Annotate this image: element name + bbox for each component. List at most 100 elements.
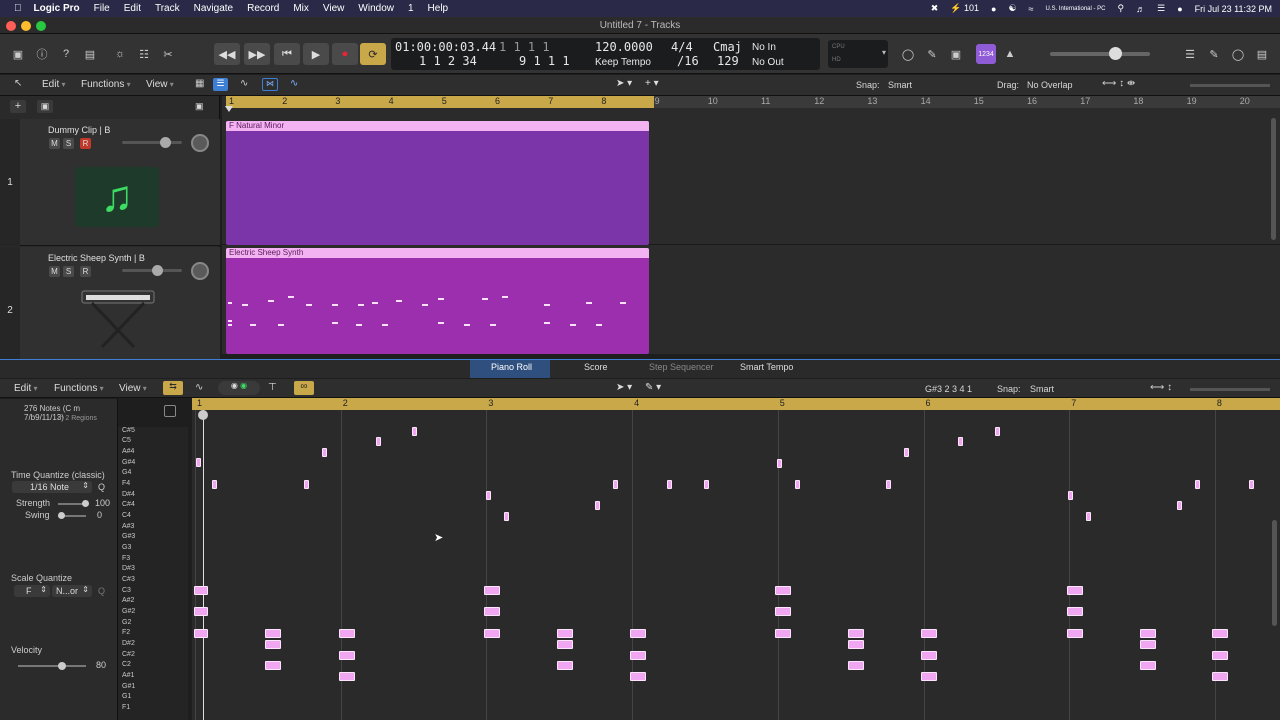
midi-note[interactable] (775, 586, 791, 595)
midi-note[interactable] (376, 437, 381, 446)
rewind-button[interactable]: ◀◀ (214, 43, 240, 65)
midi-note[interactable] (484, 607, 500, 616)
playhead-marker[interactable] (225, 106, 233, 112)
menu-app[interactable]: Logic Pro (34, 3, 80, 14)
midi-note[interactable] (412, 427, 417, 436)
inspector-icon[interactable]: ⓘ (32, 44, 52, 64)
solo-button[interactable]: S (63, 266, 74, 277)
list-view-icon[interactable]: ☰ (213, 78, 228, 91)
midi-note[interactable] (1140, 629, 1156, 638)
record-enable-button[interactable]: R (80, 138, 91, 149)
midi-note[interactable] (848, 640, 864, 649)
scale-type-select[interactable]: N...or ⇕ (52, 585, 92, 597)
quick-help-icon[interactable]: ? (56, 44, 76, 64)
midi-note[interactable] (1212, 672, 1228, 681)
mixer-icon[interactable]: ☷ (134, 44, 154, 64)
midi-note[interactable] (630, 629, 646, 638)
mute-button[interactable]: M (49, 138, 60, 149)
midi-note[interactable] (1195, 480, 1200, 489)
tracks-zoom-slider[interactable] (1190, 84, 1270, 87)
midi-note[interactable] (1067, 586, 1083, 595)
midi-note[interactable] (1140, 661, 1156, 670)
midi-note[interactable] (339, 651, 355, 660)
catch-icon[interactable]: ∿ (290, 78, 298, 89)
master-volume-knob[interactable] (1109, 47, 1122, 60)
browser-icon[interactable]: ▤ (1252, 44, 1272, 64)
midi-note[interactable] (848, 661, 864, 670)
midi-note[interactable] (921, 629, 937, 638)
midi-draw-icon[interactable]: ◉ ◉ (218, 381, 260, 395)
track-row[interactable]: 2 Electric Sheep Synth | B M S R (0, 247, 220, 374)
cycle-region[interactable] (226, 96, 654, 108)
note-pad-icon[interactable]: ✎ (1204, 44, 1224, 64)
strength-slider[interactable] (58, 500, 89, 507)
swing-slider[interactable] (58, 512, 86, 519)
volume-icon[interactable]: ♬ (1136, 4, 1145, 14)
control-center-icon[interactable]: ☰ (1157, 3, 1165, 14)
midi-note[interactable] (1212, 651, 1228, 660)
midi-note[interactable] (484, 629, 500, 638)
collapse-icon[interactable]: ▣ (195, 101, 204, 112)
midi-note[interactable] (1067, 629, 1083, 638)
menu-window[interactable]: Window (358, 3, 394, 14)
mute-button[interactable]: M (49, 266, 60, 277)
midi-note[interactable] (304, 480, 309, 489)
midi-note[interactable] (886, 480, 891, 489)
midi-note[interactable] (1212, 629, 1228, 638)
midi-note[interactable] (504, 512, 509, 521)
midi-note[interactable] (1086, 512, 1091, 521)
wifi-icon[interactable]: ≈ (1029, 4, 1034, 14)
fast-forward-button[interactable]: ▶▶ (244, 43, 270, 65)
tool-icon[interactable]: ✖ (931, 3, 939, 14)
quantize-icon[interactable]: ⊤ (268, 382, 277, 393)
region-button[interactable] (164, 405, 176, 417)
pr-functions-menu[interactable]: Functions (54, 383, 104, 394)
midi-note[interactable] (921, 672, 937, 681)
midi-note[interactable] (1177, 501, 1182, 510)
tracks-drag-select[interactable]: No Overlap (1027, 80, 1087, 90)
play-button[interactable]: ▶ (303, 43, 329, 65)
region[interactable]: F Natural Minor (226, 121, 649, 245)
tuner-icon[interactable]: ✎ (922, 44, 942, 64)
piano-roll-grid[interactable] (192, 410, 1280, 720)
midi-note[interactable] (775, 607, 791, 616)
tracks-snap-select[interactable]: Smart (888, 80, 988, 90)
toolbar-icon[interactable]: ▤ (80, 44, 100, 64)
menu-mix[interactable]: Mix (293, 3, 309, 14)
midi-note[interactable] (194, 586, 208, 595)
midi-note[interactable] (557, 640, 573, 649)
midi-note[interactable] (995, 427, 1000, 436)
pr-view-menu[interactable]: View (119, 383, 147, 394)
menu-view[interactable]: View (323, 3, 345, 14)
tab-smart-tempo[interactable]: Smart Tempo (740, 362, 793, 372)
cpu-meter[interactable]: CPU HD ▾ (828, 40, 888, 68)
library-icon[interactable]: ▣ (8, 44, 28, 64)
menu-1[interactable]: 1 (408, 3, 414, 14)
notification-icon[interactable]: ● (991, 4, 996, 14)
midi-note[interactable] (1067, 607, 1083, 616)
track-name[interactable]: Dummy Clip | B (48, 125, 110, 135)
piano-roll-ruler[interactable] (192, 398, 1280, 410)
pr-zoom-tools-icon[interactable]: ⟷ ↕ (1150, 382, 1172, 393)
tracks-edit-menu[interactable]: Edit (42, 79, 65, 90)
editors-icon[interactable]: ✂ (158, 44, 178, 64)
record-enable-button[interactable]: R (80, 266, 91, 277)
pr-edit-menu[interactable]: Edit (14, 383, 37, 394)
midi-note[interactable] (339, 672, 355, 681)
midi-note[interactable] (212, 480, 217, 489)
search-icon[interactable]: ⚲ (1118, 3, 1125, 14)
midi-note[interactable] (339, 629, 355, 638)
midi-note[interactable] (486, 491, 491, 500)
link-icon[interactable]: ∞ (294, 381, 314, 395)
pr-snap-select[interactable]: Smart (1030, 384, 1130, 394)
midi-note[interactable] (704, 480, 709, 489)
record-button[interactable]: ● (332, 43, 358, 65)
pencil-tool[interactable]: + ▾ (645, 78, 659, 89)
sync-icon[interactable]: ☯ (1008, 3, 1016, 14)
midi-note[interactable] (1249, 480, 1254, 489)
zoom-tools-icon[interactable]: ⟷ ↕ ⇼ (1102, 78, 1135, 89)
lcd-display[interactable]: 01:00:00:03.44 1 1 2 34 1 1 1 1 9 1 1 1 … (391, 38, 820, 70)
pointer-tool[interactable]: ➤ ▾ (616, 78, 632, 89)
tab-score[interactable]: Score (584, 362, 608, 372)
time-quantize-select[interactable]: 1/16 Note ⇕ (12, 481, 92, 493)
